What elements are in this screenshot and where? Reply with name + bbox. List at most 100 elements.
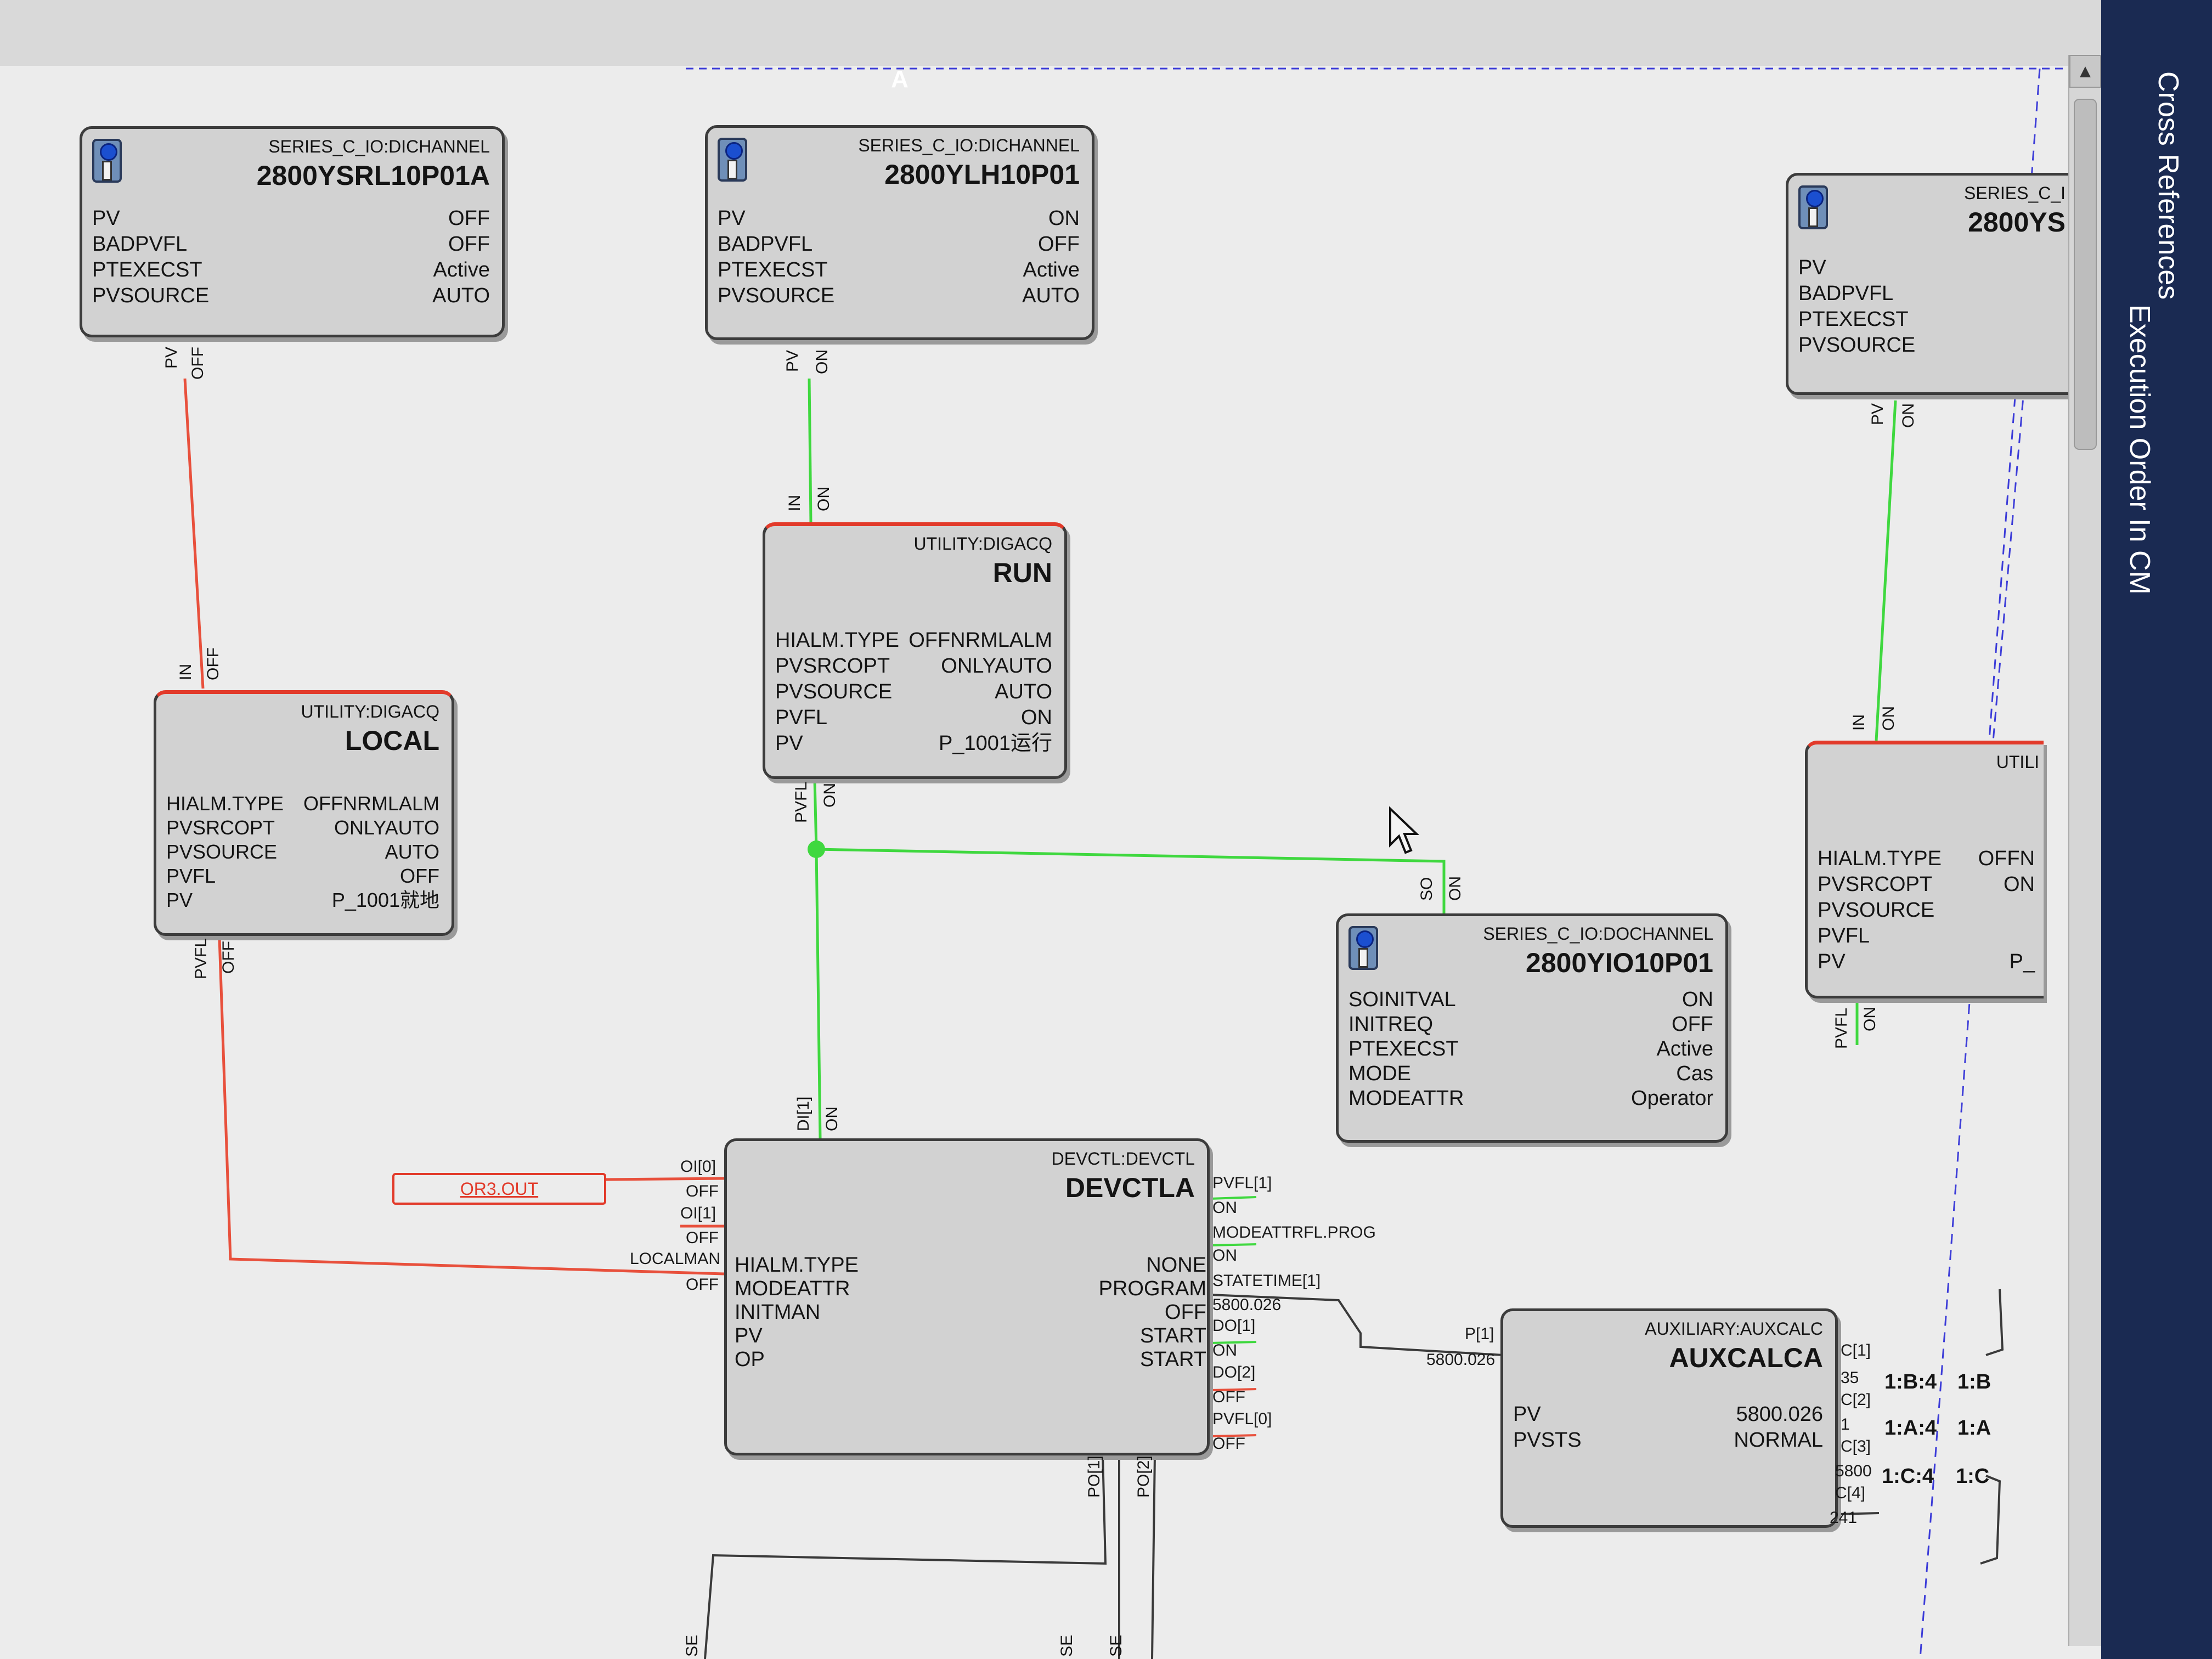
- pin-label: IN: [1850, 714, 1868, 731]
- cross-reference[interactable]: 1:A:4: [1884, 1417, 1937, 1440]
- param-row[interactable]: PV OFF: [92, 206, 490, 232]
- param-row[interactable]: MODE Cas: [1348, 1062, 1713, 1086]
- param-row[interactable]: MODEATTR Operator: [1348, 1086, 1713, 1111]
- param-row[interactable]: HIALM.TYPE OFFN: [1818, 846, 2035, 872]
- pin-label: OFF: [686, 1229, 719, 1247]
- param-row[interactable]: INITREQ OFF: [1348, 1012, 1713, 1037]
- param-row[interactable]: PV P_: [1818, 949, 2035, 975]
- cross-reference[interactable]: 1:B: [1957, 1370, 1991, 1394]
- param-row[interactable]: PTEXECST: [1798, 307, 2059, 332]
- cross-reference[interactable]: 1:C: [1956, 1465, 1989, 1488]
- block-type: SERIES_C_IO:DICHANNEL: [858, 136, 1080, 155]
- block-dichannel-1[interactable]: SERIES_C_IO:DICHANNEL 2800YSRL10P01A PV O…: [80, 126, 505, 337]
- block-type: SERIES_C_IO:DOCHANNEL: [1483, 924, 1713, 944]
- io-channel-icon: [92, 139, 122, 183]
- param-row[interactable]: PVFL OFF: [166, 864, 439, 888]
- cross-reference[interactable]: 1:B:4: [1884, 1370, 1937, 1394]
- param-row[interactable]: BADPVFL: [1798, 281, 2059, 307]
- pin-label: PVFL[0]: [1212, 1410, 1272, 1428]
- param-row[interactable]: HIALM.TYPE OFFNRMLALM: [775, 628, 1052, 653]
- param-row[interactable]: PVSOURCE AUTO: [718, 283, 1080, 309]
- pin-label: ON: [1861, 1007, 1879, 1031]
- param-row[interactable]: HIALM.TYPE OFFNRMLALM: [166, 792, 439, 816]
- pin-label: DO[2]: [1212, 1363, 1256, 1381]
- param-row[interactable]: PVSRCOPT ON: [1818, 872, 2035, 898]
- cross-reference[interactable]: 1:A: [1957, 1417, 1991, 1440]
- pin-label: OFF: [686, 1276, 719, 1294]
- block-dochannel[interactable]: SERIES_C_IO:DOCHANNEL 2800YIO10P01 SOINI…: [1336, 913, 1728, 1143]
- block-name: 2800YLH10P01: [884, 159, 1080, 190]
- param-row[interactable]: BADPVFL OFF: [92, 232, 490, 257]
- block-type: AUXILIARY:AUXCALC: [1645, 1319, 1823, 1339]
- wire-junction: [808, 840, 825, 858]
- param-row[interactable]: INITMAN OFF: [735, 1301, 1206, 1324]
- tab-execution-order[interactable]: Execution Order In CM: [2123, 304, 2156, 595]
- param-row[interactable]: PV ON: [718, 206, 1080, 232]
- pin-label: C[2]: [1841, 1391, 1871, 1409]
- cross-reference[interactable]: 1:C:4: [1882, 1465, 1934, 1488]
- wire-run-devctl: [813, 778, 822, 1139]
- param-row[interactable]: PV START: [735, 1324, 1206, 1348]
- pin-label: 35: [1841, 1369, 1859, 1387]
- pin-label: P[1]: [1465, 1325, 1494, 1343]
- param-row[interactable]: PVFL ON: [775, 705, 1052, 731]
- param-row[interactable]: BADPVFL OFF: [718, 232, 1080, 257]
- wire-modeattr: [1209, 1243, 1257, 1246]
- param-row[interactable]: OP START: [735, 1348, 1206, 1372]
- pin-label: PO[1]: [1085, 1455, 1103, 1498]
- pin-label: IN: [177, 664, 195, 680]
- block-digacq-3[interactable]: UTILI HIALM.TYPE OFFN PVSRCOPT ON PVSOURCE…: [1805, 741, 2044, 998]
- block-auxcalc[interactable]: AUXILIARY:AUXCALC AUXCALCA PV 5800.026 PV…: [1500, 1308, 1838, 1528]
- param-row[interactable]: PV P_1001就地: [166, 888, 439, 912]
- block-dichannel-3[interactable]: SERIES_C_I 2800YS PV BADPVFL PTEXECST PV…: [1786, 173, 2071, 395]
- pin-label: OFF: [1212, 1388, 1245, 1406]
- pin-label: OFF: [204, 647, 222, 680]
- block-dichannel-2[interactable]: SERIES_C_IO:DICHANNEL 2800YLH10P01 PV ON …: [705, 125, 1094, 340]
- or3-out-reference[interactable]: OR3.OUT: [392, 1173, 606, 1205]
- block-name: RUN: [992, 557, 1052, 588]
- param-row[interactable]: PTEXECST Active: [1348, 1037, 1713, 1062]
- pin-label: OFF: [1212, 1435, 1245, 1453]
- param-row[interactable]: PTEXECST Active: [92, 257, 490, 283]
- pin-label: OFF: [686, 1182, 719, 1200]
- wire-po1: [704, 1453, 1107, 1659]
- param-row[interactable]: PVSOURCE AUTO: [166, 840, 439, 864]
- wire-b1-local: [183, 378, 205, 689]
- param-row[interactable]: PVSOURCE AUTO: [775, 679, 1052, 705]
- block-devctl[interactable]: DEVCTL:DEVCTL DEVCTLA HIALM.TYPE NONE MOD…: [724, 1138, 1210, 1455]
- scroll-thumb[interactable]: [2074, 99, 2097, 450]
- param-row[interactable]: PVSRCOPT ONLYAUTO: [166, 816, 439, 840]
- param-row[interactable]: PV 5800.026: [1513, 1402, 1823, 1427]
- param-row[interactable]: PV: [1798, 255, 2059, 281]
- param-row[interactable]: PVSOURCE: [1798, 332, 2059, 358]
- param-row[interactable]: PVSOURCE: [1818, 898, 2035, 923]
- pin-label: OFF: [189, 347, 207, 380]
- vertical-scrollbar[interactable]: ▲: [2068, 55, 2102, 1646]
- io-channel-icon: [1798, 185, 1828, 229]
- wire-aux-right-2: [1980, 1475, 2001, 1565]
- param-row[interactable]: HIALM.TYPE NONE: [735, 1254, 1206, 1277]
- block-digacq-run[interactable]: UTILITY:DIGACQ RUN HIALM.TYPE OFFNRMLALM …: [763, 522, 1067, 779]
- tab-cross-references[interactable]: Cross References: [2152, 71, 2185, 300]
- scroll-up-icon[interactable]: ▲: [2069, 55, 2101, 88]
- pin-label: PO[2]: [1135, 1455, 1153, 1498]
- param-row[interactable]: PVSRCOPT ONLYAUTO: [775, 653, 1052, 679]
- block-digacq-local[interactable]: UTILITY:DIGACQ LOCAL HIALM.TYPE OFFNRMLAL…: [154, 690, 454, 936]
- block-type: UTILITY:DIGACQ: [913, 534, 1052, 554]
- param-row[interactable]: MODEATTR PROGRAM: [735, 1277, 1206, 1301]
- pin-label: DI[1]: [794, 1096, 812, 1131]
- pin-label: LOCALMAN: [630, 1250, 721, 1268]
- param-row[interactable]: SOINITVAL ON: [1348, 988, 1713, 1012]
- param-row[interactable]: PV P_1001运行: [775, 731, 1052, 757]
- block-type: SERIES_C_I: [1964, 183, 2066, 203]
- right-side-panel: Cross References Execution Order In CM: [2101, 0, 2212, 1659]
- pin-label: 5800.026: [1426, 1351, 1496, 1369]
- param-row[interactable]: PTEXECST Active: [718, 257, 1080, 283]
- io-channel-icon: [1348, 926, 1378, 970]
- pin-label: OFF: [219, 941, 238, 974]
- param-row[interactable]: PVSOURCE AUTO: [92, 283, 490, 309]
- param-row[interactable]: PVSTS NORMAL: [1513, 1427, 1823, 1453]
- param-row[interactable]: PVFL: [1818, 923, 2035, 949]
- pin-label: 5800: [1835, 1462, 1872, 1480]
- block-type: DEVCTL:DEVCTL: [1051, 1149, 1195, 1169]
